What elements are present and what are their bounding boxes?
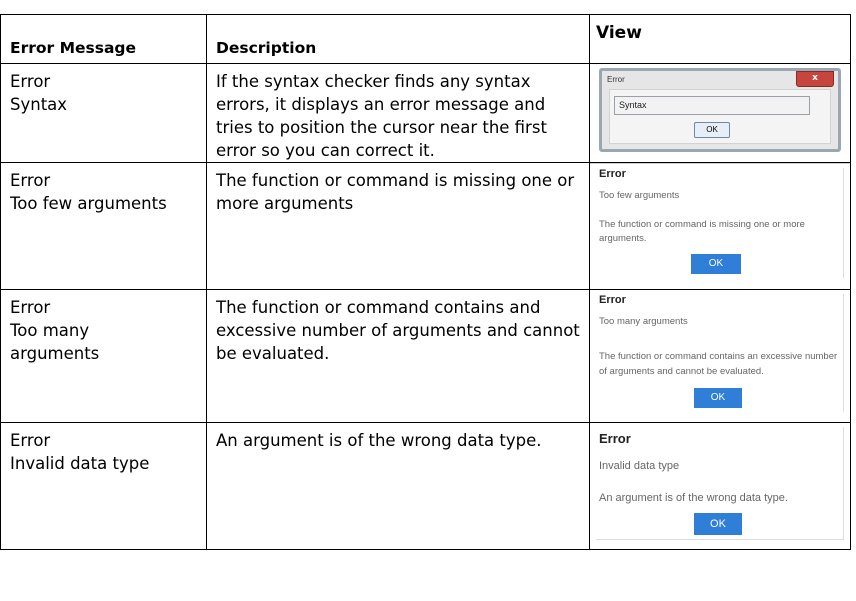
error-dialog-screenshot: Error Invalid data type An argument is o… xyxy=(596,427,844,540)
dialog-title: Error xyxy=(599,168,626,180)
table-row: Error Syntax If the syntax checker finds… xyxy=(0,63,851,163)
error-table: Error Message Description View Error Syn… xyxy=(0,14,851,550)
ok-button: OK xyxy=(691,254,741,274)
error-label: Error xyxy=(10,298,51,317)
close-button: x xyxy=(796,71,834,87)
dialog-subtitle: Too few arguments xyxy=(599,190,680,201)
header-description: Description xyxy=(206,14,590,64)
dialog-message: The function or command is missing one o… xyxy=(599,219,805,244)
error-message-cell: Error Syntax xyxy=(0,63,207,163)
error-label: Error xyxy=(10,431,51,450)
error-type: Too many arguments xyxy=(10,321,100,363)
view-cell: Error x Syntax OK xyxy=(589,63,851,163)
ok-button: OK xyxy=(694,513,742,535)
view-cell: Error Too many arguments The function or… xyxy=(589,289,851,423)
error-message-cell: Error Too many arguments xyxy=(0,289,207,423)
error-type: Syntax xyxy=(10,95,68,114)
error-text-field: Syntax xyxy=(614,96,810,115)
header-error-message: Error Message xyxy=(0,14,207,64)
error-dialog-screenshot: Error Too many arguments The function or… xyxy=(596,294,844,412)
table-row: Error Too few arguments The function or … xyxy=(0,162,851,290)
error-message-cell: Error Too few arguments xyxy=(0,162,207,290)
dialog-title: Error xyxy=(607,75,625,84)
dialog-subtitle: Too many arguments xyxy=(599,316,688,327)
error-message-cell: Error Invalid data type xyxy=(0,422,207,550)
view-cell: Error Invalid data type An argument is o… xyxy=(589,422,851,550)
error-type: Invalid data type xyxy=(10,454,150,473)
header-view: View xyxy=(589,14,851,64)
description-cell: If the syntax checker finds any syntax e… xyxy=(206,63,590,163)
dialog-subtitle: Invalid data type xyxy=(599,460,680,472)
ok-button: OK xyxy=(694,388,742,408)
error-dialog-screenshot: Error Too few arguments The function or … xyxy=(596,168,844,278)
header-row: Error Message Description View xyxy=(0,14,851,64)
dialog-title: Error xyxy=(599,294,626,306)
error-dialog-screenshot: Error x Syntax OK xyxy=(599,68,841,152)
dialog-message: The function or command contains an exce… xyxy=(599,351,838,377)
table-row: Error Too many arguments The function or… xyxy=(0,289,851,423)
error-type: Too few arguments xyxy=(10,194,167,213)
description-cell: The function or command is missing one o… xyxy=(206,162,590,290)
error-label: Error xyxy=(10,171,51,190)
table-row: Error Invalid data type An argument is o… xyxy=(0,422,851,550)
dialog-title: Error xyxy=(599,431,631,446)
dialog-message: An argument is of the wrong data type. xyxy=(599,492,788,504)
dialog-body: Syntax OK xyxy=(609,89,831,144)
view-cell: Error Too few arguments The function or … xyxy=(589,162,851,290)
error-label: Error xyxy=(10,72,51,91)
description-cell: The function or command contains and exc… xyxy=(206,289,590,423)
ok-button: OK xyxy=(694,122,730,138)
description-cell: An argument is of the wrong data type. xyxy=(206,422,590,550)
